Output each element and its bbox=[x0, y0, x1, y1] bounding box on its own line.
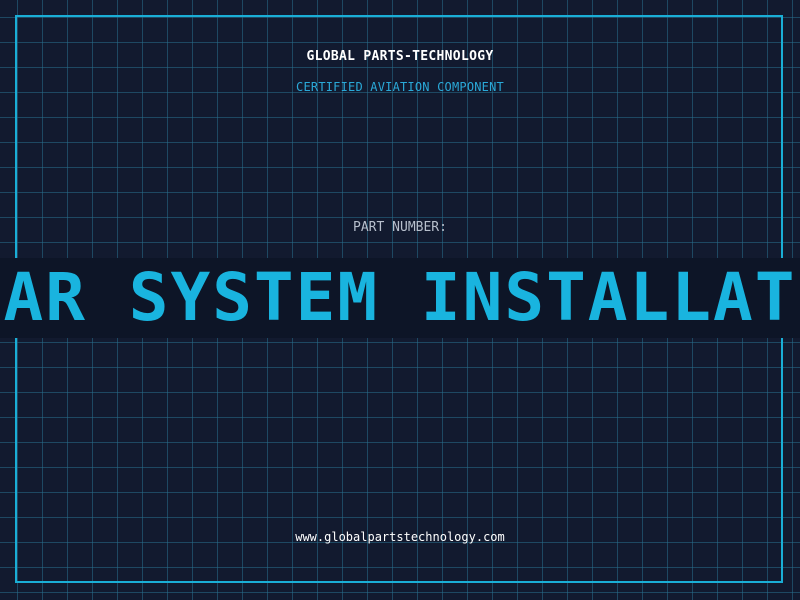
part-number-label: PART NUMBER: bbox=[353, 220, 447, 235]
part-number-value: RADAR SYSTEM INSTALLATION bbox=[0, 259, 800, 336]
brand-name: GLOBAL PARTS-TECHNOLOGY bbox=[306, 49, 494, 64]
website-url: www.globalpartstechnology.com bbox=[295, 530, 505, 544]
brand-subtitle: CERTIFIED AVIATION COMPONENT bbox=[296, 80, 504, 94]
part-number-banner: RADAR SYSTEM INSTALLATION bbox=[0, 258, 800, 338]
certificate-page: GLOBAL PARTS-TECHNOLOGY CERTIFIED AVIATI… bbox=[0, 0, 800, 600]
